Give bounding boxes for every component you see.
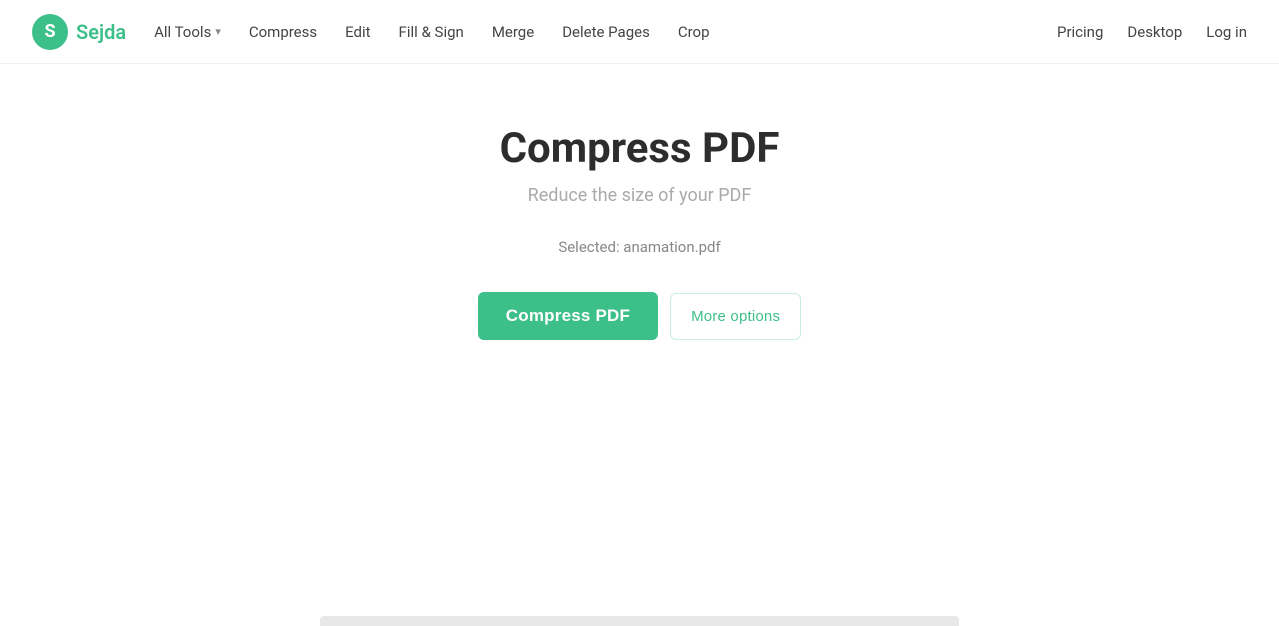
- nav-label-pricing: Pricing: [1057, 23, 1103, 41]
- logo-text: Sejda: [76, 20, 126, 44]
- page-subtitle: Reduce the size of your PDF: [528, 185, 752, 206]
- nav-left: S Sejda All Tools ▾ Compress Edit Fill &…: [32, 14, 710, 50]
- nav-label-login: Log in: [1206, 23, 1247, 41]
- logo-link[interactable]: S Sejda: [32, 14, 126, 50]
- nav-item-crop[interactable]: Crop: [678, 23, 710, 41]
- nav-label-desktop: Desktop: [1127, 23, 1182, 41]
- nav-item-all-tools[interactable]: All Tools ▾: [154, 23, 221, 41]
- compress-pdf-button[interactable]: Compress PDF: [478, 292, 658, 340]
- chevron-down-icon: ▾: [215, 25, 221, 38]
- nav-item-pricing[interactable]: Pricing: [1057, 23, 1103, 41]
- nav-item-desktop[interactable]: Desktop: [1127, 23, 1182, 41]
- nav-item-delete-pages[interactable]: Delete Pages: [562, 23, 650, 41]
- nav-item-fill-sign[interactable]: Fill & Sign: [399, 23, 464, 41]
- page-title: Compress PDF: [500, 124, 780, 173]
- nav-label-edit: Edit: [345, 23, 370, 41]
- nav-item-merge[interactable]: Merge: [492, 23, 534, 41]
- nav-label-fill-sign: Fill & Sign: [399, 23, 464, 41]
- main-content: Compress PDF Reduce the size of your PDF…: [0, 64, 1279, 340]
- nav-label-delete-pages: Delete Pages: [562, 23, 650, 41]
- more-options-button[interactable]: More options: [670, 293, 801, 340]
- logo-icon: S: [32, 14, 68, 50]
- nav-label-compress: Compress: [249, 23, 317, 41]
- nav-label-merge: Merge: [492, 23, 534, 41]
- action-row: Compress PDF More options: [478, 292, 801, 340]
- nav-item-login[interactable]: Log in: [1206, 23, 1247, 41]
- nav-label-all-tools: All Tools: [154, 23, 211, 41]
- nav-right: Pricing Desktop Log in: [1057, 23, 1247, 41]
- nav-item-compress[interactable]: Compress: [249, 23, 317, 41]
- logo-icon-letter: S: [44, 21, 55, 42]
- header: S Sejda All Tools ▾ Compress Edit Fill &…: [0, 0, 1279, 64]
- nav-label-crop: Crop: [678, 23, 710, 41]
- selected-file-label: Selected: anamation.pdf: [558, 238, 720, 256]
- bottom-bar-decoration: [320, 616, 959, 626]
- nav-item-edit[interactable]: Edit: [345, 23, 370, 41]
